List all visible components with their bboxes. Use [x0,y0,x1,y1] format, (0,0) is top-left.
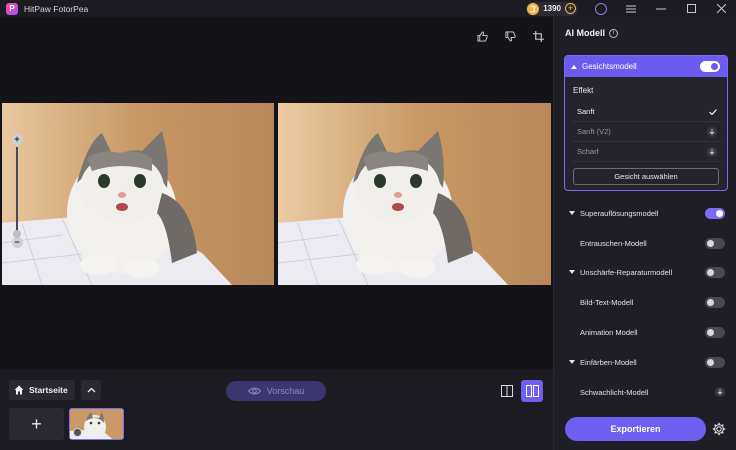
zoom-handle[interactable] [13,230,21,238]
model-row-animation[interactable]: Animation Modell [564,322,728,342]
superresolution-toggle[interactable] [705,207,725,219]
gear-icon [712,422,726,436]
app-title: HitPaw FotorPea [24,3,89,14]
model-label: Entrauschen-Modell [580,238,647,248]
model-label: Schwachlicht-Modell [580,387,649,397]
select-face-button[interactable]: Gesicht auswählen [573,168,719,185]
home-label: Startseite [29,385,68,395]
download-icon[interactable] [707,146,717,157]
thumbs-down-icon [504,30,516,42]
effect-option-sanft-v2[interactable]: Sanft (V2) [573,122,721,142]
title-bar: P HitPaw FotorPea 1390 + [0,0,736,17]
model-label: Animation Modell [580,327,638,337]
home-button[interactable]: Startseite [9,380,75,400]
animation-toggle[interactable] [705,326,725,338]
model-row-low-light[interactable]: Schwachlicht-Modell [564,382,728,402]
side-by-side-view-button[interactable] [521,380,543,402]
crop-icon [532,30,544,42]
effect-list: Sanft Sanft (V2) Scharf [573,102,721,162]
eye-icon [247,387,261,395]
model-row-deblur[interactable]: Unschärfe-Reparaturmodell [564,262,728,282]
image-canvas: + − [0,17,553,370]
panel-title-text: AI Modell [565,28,605,38]
collapse-button[interactable] [81,380,101,400]
deblur-toggle[interactable] [705,266,725,278]
processed-image [278,103,551,285]
effect-option-label: Sanft (V2) [577,127,611,136]
maximize-button[interactable] [676,0,706,17]
preview-label: Vorschau [266,386,305,396]
close-button[interactable] [706,0,736,17]
coin-icon [527,2,540,15]
effect-option-label: Scharf [577,147,599,156]
thumbs-up-button[interactable] [475,29,489,43]
effect-option-scharf[interactable]: Scharf [573,142,721,162]
zoom-out-icon[interactable]: − [11,237,23,248]
model-label: Unschärfe-Reparaturmodell [580,267,673,277]
preview-button[interactable]: Vorschau [226,381,326,401]
minimize-button[interactable] [646,0,676,17]
effect-option-sanft[interactable]: Sanft [573,102,721,122]
face-model-header[interactable]: Gesichtsmodell [565,56,727,77]
image-text-toggle[interactable] [705,296,725,308]
download-icon[interactable] [707,126,717,137]
face-model-card: Gesichtsmodell Effekt Sanft Sanft (V2) S… [564,55,728,191]
denoise-toggle[interactable] [705,237,725,249]
app-logo-icon: P [6,2,18,15]
collapse-arrow-icon [571,64,577,69]
checkmark-icon [709,108,717,115]
close-icon [716,4,726,13]
colorize-toggle[interactable] [705,356,725,368]
expand-arrow-icon [569,211,575,215]
export-button[interactable]: Exportieren [565,417,706,441]
thumbs-up-icon [476,30,488,42]
crop-button[interactable] [531,29,545,43]
zoom-in-icon[interactable]: + [11,134,23,145]
model-row-image-text[interactable]: Bild-Text-Modell [564,292,728,312]
thumbs-down-button[interactable] [503,29,517,43]
model-label: Superauflösungsmodell [580,208,659,218]
coin-balance-badge[interactable]: 1390 + [526,1,578,16]
menu-button[interactable] [616,0,646,17]
model-row-superresolution[interactable]: Superauflösungsmodell [564,203,728,223]
side-by-side-icon [525,385,539,397]
coin-count: 1390 [543,4,561,13]
effect-heading: Effekt [573,86,594,95]
zoom-track[interactable] [13,147,21,238]
split-view-button[interactable] [497,381,517,401]
minimize-icon [656,8,666,9]
hamburger-menu-icon [626,5,636,12]
expand-arrow-icon [569,270,575,274]
zoom-slider[interactable]: + − [10,134,24,249]
home-icon [14,385,24,395]
user-icon [595,2,607,15]
face-model-label: Gesichtsmodell [582,62,637,71]
add-coins-icon[interactable]: + [565,3,576,14]
effect-option-label: Sanft [577,107,595,116]
download-icon[interactable] [715,387,725,397]
image-thumbnail[interactable] [69,408,124,440]
original-image [2,103,274,285]
split-view-icon [501,385,513,397]
ai-model-panel: AI Modell i Gesichtsmodell Effekt Sanft … [553,17,736,450]
bottom-bar: Startseite Vorschau + [0,370,553,450]
model-row-colorize[interactable]: Einfärben-Modell [564,352,728,372]
settings-button[interactable] [712,422,726,436]
chevron-up-icon [87,387,95,393]
maximize-icon [686,4,696,13]
model-label: Bild-Text-Modell [580,297,634,307]
add-image-button[interactable]: + [9,408,64,440]
model-label: Einfärben-Modell [580,357,637,367]
account-button[interactable] [586,0,616,17]
face-model-toggle[interactable] [700,61,720,72]
info-icon[interactable]: i [609,28,618,38]
panel-title: AI Modell i [565,28,618,38]
expand-arrow-icon [569,360,575,364]
thumbnail-status-icon [73,428,82,437]
model-row-denoise[interactable]: Entrauschen-Modell [564,233,728,253]
